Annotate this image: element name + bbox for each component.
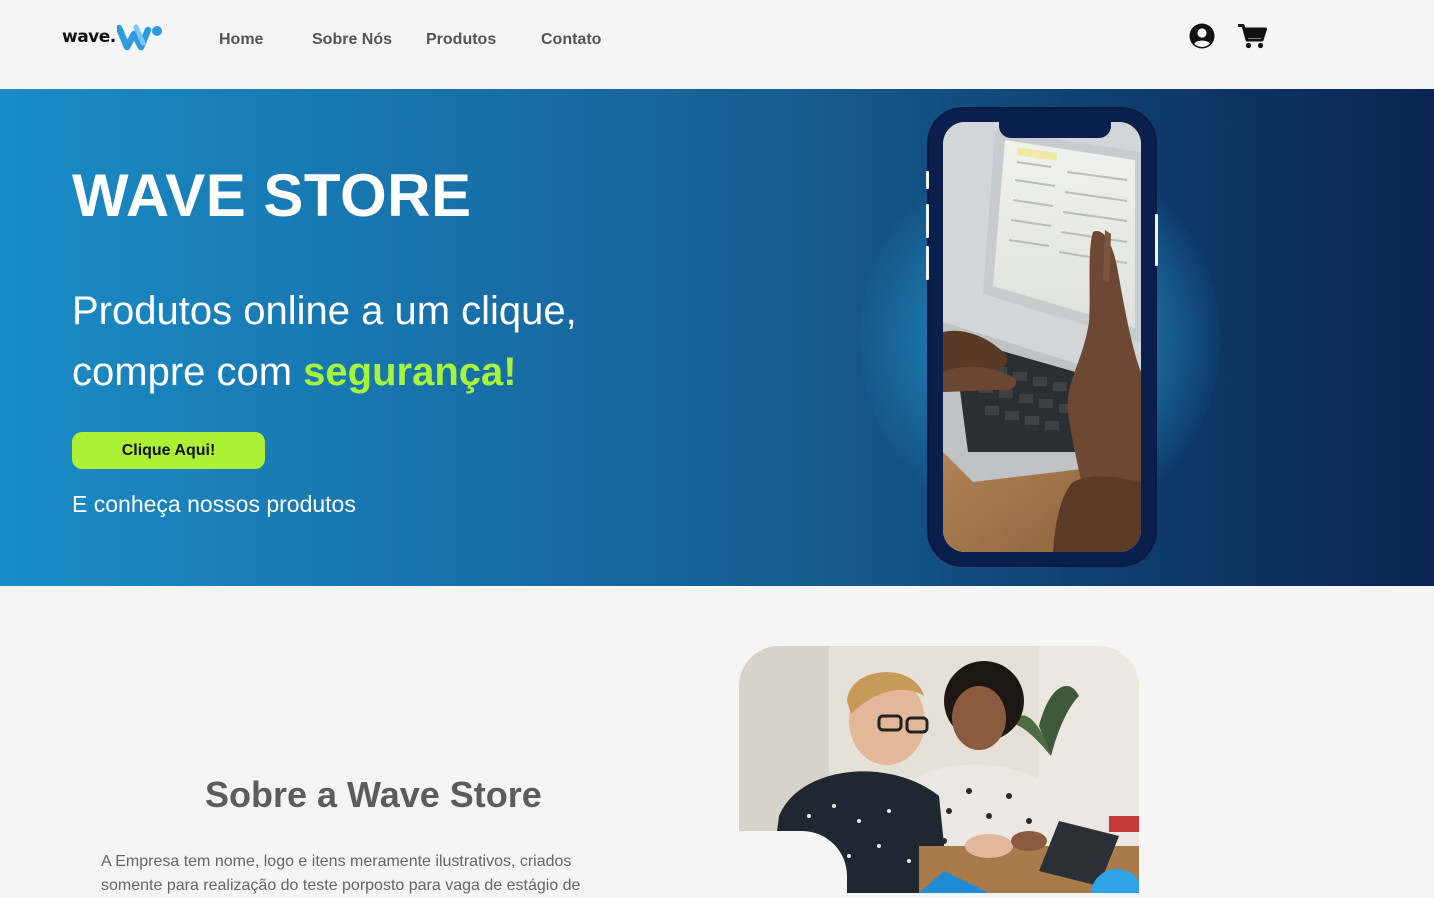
site-header: wave. Home Sobre Nós Produtos Contato	[0, 0, 1434, 89]
user-icon[interactable]	[1189, 23, 1215, 49]
laptop-typing-image	[943, 122, 1141, 552]
about-text: A Empresa tem nome, logo e itens meramen…	[101, 853, 581, 894]
hero-banner: WAVE STORE Produtos online a um clique, …	[0, 89, 1434, 586]
phone-notch	[999, 122, 1111, 138]
nav-contato[interactable]: Contato	[541, 31, 601, 49]
phone-volume-down-button	[926, 246, 929, 280]
hero-subtitle-line2: compre com	[72, 350, 304, 394]
team-photo-image	[739, 646, 1139, 893]
phone-volume-up-button	[926, 204, 929, 238]
wave-logo[interactable]: wave.	[62, 22, 163, 52]
logo-text: wave.	[62, 27, 116, 47]
hero-caption: E conheça nossos produtos	[72, 491, 356, 517]
nav-produtos[interactable]: Produtos	[426, 31, 496, 49]
hero-subtitle: Produtos online a um clique, compre com …	[72, 281, 577, 403]
hero-subtitle-line1: Produtos online a um clique,	[72, 289, 577, 333]
nav-sobre-nos[interactable]: Sobre Nós	[312, 31, 392, 49]
phone-mute-button	[926, 171, 929, 189]
about-photo	[739, 646, 1139, 893]
phone-power-button	[1155, 214, 1158, 266]
phone-mockup	[926, 109, 1158, 565]
phone-screen-photo	[943, 122, 1141, 552]
hero-title: WAVE STORE	[72, 162, 472, 229]
about-title: Sobre a Wave Store	[205, 774, 542, 815]
nav-home[interactable]: Home	[219, 31, 263, 49]
cta-button[interactable]: Clique Aqui!	[72, 432, 265, 469]
wave-logo-mark	[116, 24, 162, 51]
hero-subtitle-accent: segurança!	[303, 350, 517, 394]
cart-icon[interactable]	[1238, 23, 1267, 49]
